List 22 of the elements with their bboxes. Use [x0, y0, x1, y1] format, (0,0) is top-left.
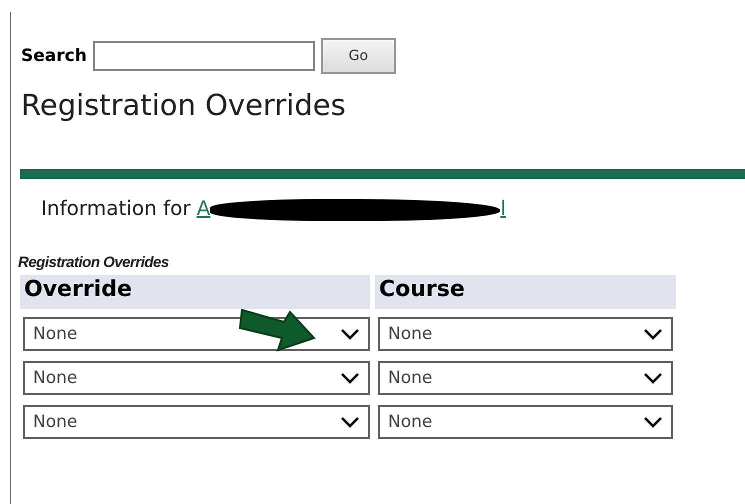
dropdown[interactable]: None: [23, 405, 370, 439]
go-button[interactable]: Go: [320, 38, 396, 74]
search-label: Search: [21, 46, 87, 66]
info-label: Information for: [41, 196, 191, 220]
chevron-icon: [340, 328, 360, 340]
chevron-icon: [643, 416, 663, 428]
dropdown[interactable]: None: [378, 405, 673, 439]
chevron-icon: [340, 372, 360, 384]
student-link[interactable]: A: [196, 196, 210, 220]
chevron-icon: [643, 328, 663, 340]
dropdown[interactable]: None: [378, 317, 673, 351]
page-title: Registration Overrides: [21, 88, 347, 122]
search-field[interactable]: [92, 41, 315, 71]
dropdown[interactable]: None: [23, 361, 370, 395]
dropdown[interactable]: None: [23, 317, 370, 351]
student-link[interactable]: l: [500, 196, 506, 220]
column-header: Course: [375, 275, 676, 309]
chevron-icon: [340, 416, 360, 428]
chevron-icon: [643, 372, 663, 384]
column-header: Override: [20, 275, 370, 309]
dropdown[interactable]: None: [378, 361, 673, 395]
table-caption: Registration Overrides: [18, 254, 170, 271]
